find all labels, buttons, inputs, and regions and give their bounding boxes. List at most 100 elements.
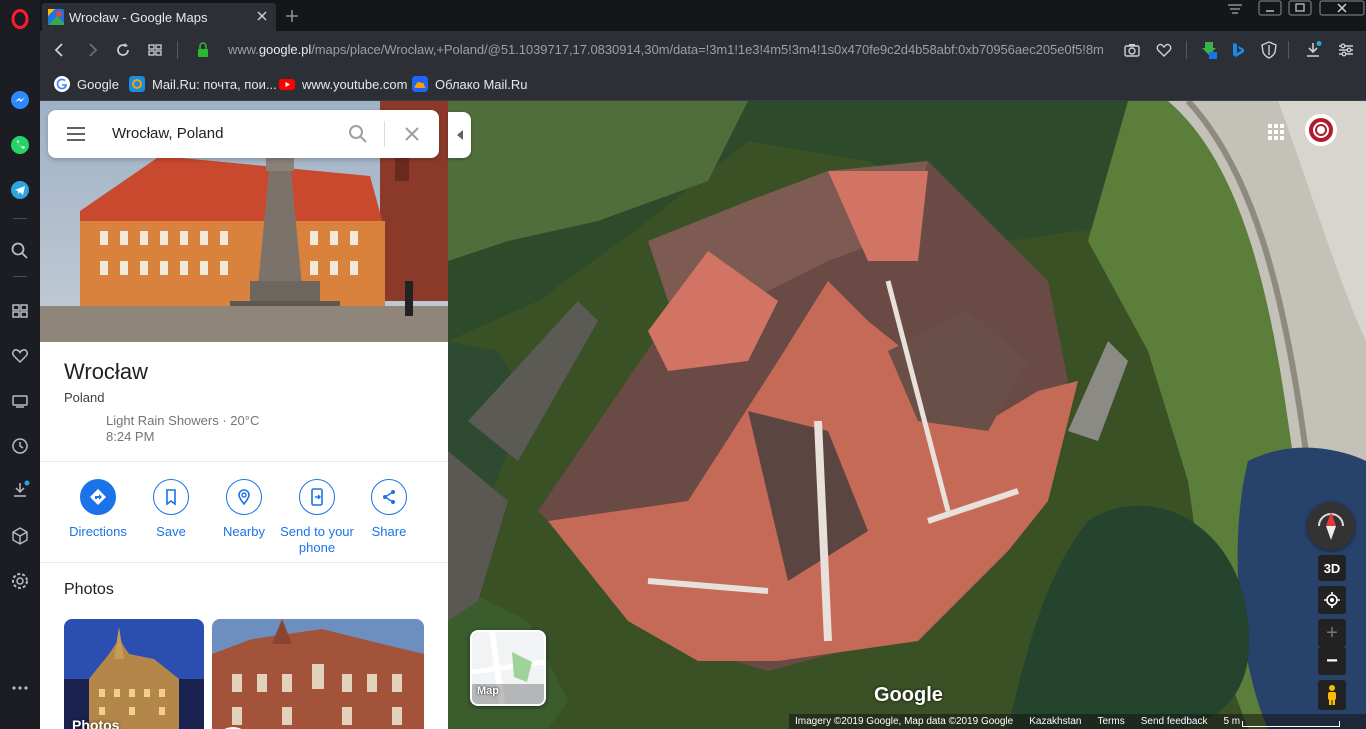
my-location-icon (1324, 592, 1340, 608)
back-arrow-icon[interactable] (51, 41, 69, 59)
directions-icon (90, 489, 106, 505)
google-watermark: Google (874, 684, 943, 706)
bookmark-mailru[interactable]: Mail.Ru: почта, пои... (129, 76, 277, 92)
bookmark-label: Google (77, 76, 119, 92)
google-maps-icon (48, 9, 64, 25)
nearby-button[interactable]: Nearby (202, 479, 286, 540)
bookmark-google[interactable]: Google (54, 76, 119, 92)
divider (40, 562, 448, 563)
save-button[interactable]: Save (129, 479, 213, 540)
compass-control[interactable] (1307, 502, 1355, 550)
photo-thumbnail[interactable]: Photos (64, 619, 204, 729)
bookmark-label: Облако Mail.Ru (435, 76, 528, 92)
address-divider (1288, 41, 1289, 59)
divider (40, 461, 448, 462)
terms-link[interactable]: Terms (1097, 716, 1124, 727)
google-icon (54, 76, 70, 92)
scale-label[interactable]: 5 m (1223, 716, 1240, 727)
zoom-out-button[interactable]: − (1318, 647, 1346, 675)
easy-setup-menu-icon[interactable] (1337, 41, 1355, 59)
extensions-icon[interactable] (9, 525, 31, 547)
address-divider (177, 41, 178, 59)
satellite-map[interactable]: 3D + − (448, 101, 1366, 729)
pegman-button[interactable] (1318, 680, 1346, 710)
bookmark-youtube[interactable]: www.youtube.com (279, 76, 408, 92)
address-bar: www.google.pl/maps/place/Wrocław,+Poland… (40, 31, 1366, 69)
hamburger-menu-icon[interactable] (66, 126, 86, 142)
cloud-icon (412, 76, 428, 92)
download-extension-icon[interactable] (1200, 41, 1218, 59)
downloads-icon[interactable] (9, 479, 31, 501)
close-window-icon[interactable] (1318, 0, 1366, 18)
speed-dial-icon[interactable] (9, 300, 31, 322)
telegram-icon[interactable] (9, 179, 31, 201)
share-icon (383, 490, 395, 504)
account-avatar[interactable] (1305, 114, 1337, 146)
url-path: /maps/place/Wrocław,+Poland/@51.1039717,… (311, 42, 1104, 57)
street-view-360-icon (224, 727, 242, 729)
bookmark-label: Mail.Ru: почта, пои... (152, 76, 277, 92)
weather-info: Light Rain Showers · 20°C 8:24 PM (106, 413, 259, 445)
clear-search-icon[interactable] (403, 125, 421, 143)
whatsapp-icon[interactable] (9, 134, 31, 156)
place-title: Wrocław (64, 359, 148, 384)
maximize-icon[interactable] (1286, 0, 1314, 18)
tab-strip: Wrocław - Google Maps (40, 0, 1366, 31)
action-label: Share (371, 524, 407, 539)
opera-logo-icon[interactable] (9, 8, 31, 30)
3d-toggle-button[interactable]: 3D (1318, 555, 1346, 581)
search-divider (384, 121, 385, 147)
country-link[interactable]: Kazakhstan (1029, 716, 1081, 727)
shield-icon[interactable] (1260, 41, 1278, 59)
my-flow-icon[interactable] (9, 390, 31, 412)
opera-sidebar (0, 0, 40, 729)
new-tab-plus-icon[interactable] (284, 8, 300, 24)
search-box[interactable]: Wrocław, Poland (48, 110, 439, 158)
reload-icon[interactable] (114, 41, 132, 59)
photo-thumbnail[interactable] (212, 619, 424, 729)
photos-label: Photos (72, 717, 120, 729)
heart-icon[interactable] (9, 345, 31, 367)
more-dots-icon[interactable] (9, 677, 31, 699)
caret-left-icon (456, 130, 463, 140)
google-apps-grid-icon[interactable] (1266, 122, 1286, 142)
directions-button[interactable]: Directions (56, 479, 140, 540)
bing-icon[interactable] (1229, 41, 1247, 59)
tab-google-maps[interactable]: Wrocław - Google Maps (42, 3, 276, 31)
share-button[interactable]: Share (347, 479, 431, 540)
downloads-icon[interactable] (1304, 41, 1322, 59)
url-field[interactable]: www.google.pl/maps/place/Wrocław,+Poland… (228, 42, 1104, 57)
sidebar-divider (13, 276, 27, 277)
close-tab-icon[interactable] (255, 9, 269, 23)
compass-icon (1318, 512, 1344, 540)
search-input[interactable]: Wrocław, Poland (112, 125, 223, 142)
url-prefix: www. (228, 42, 259, 57)
my-location-button[interactable] (1318, 586, 1346, 614)
collapse-panel-button[interactable] (448, 112, 471, 158)
bookmark-label: www.youtube.com (302, 76, 408, 92)
lock-icon[interactable] (196, 41, 210, 59)
bookmark-cloud-mailru[interactable]: Облако Mail.Ru (412, 76, 528, 92)
photos-heading: Photos (64, 581, 114, 598)
camera-snapshot-icon[interactable] (1123, 41, 1141, 59)
mailru-icon (129, 76, 145, 92)
pegman-icon (1328, 685, 1336, 705)
search-icon[interactable] (9, 240, 31, 262)
map-layer-toggle[interactable]: Map (470, 630, 546, 706)
settings-gear-icon[interactable] (9, 570, 31, 592)
tab-menu-icon[interactable] (1222, 0, 1248, 20)
minimize-icon[interactable] (1256, 0, 1284, 18)
youtube-icon (279, 79, 295, 90)
send-feedback-link[interactable]: Send feedback (1141, 716, 1208, 727)
messenger-icon[interactable] (9, 89, 31, 111)
bookmark-heart-icon[interactable] (1155, 41, 1173, 59)
url-domain: google.pl (258, 42, 312, 57)
history-icon[interactable] (9, 435, 31, 457)
zoom-in-button[interactable]: + (1318, 619, 1346, 647)
forward-arrow-icon[interactable] (83, 41, 101, 59)
tab-grid-icon[interactable] (146, 41, 164, 59)
search-icon[interactable] (348, 124, 368, 144)
avatar-emblem-icon (1309, 118, 1333, 142)
action-label: Nearby (223, 524, 265, 539)
address-divider (1186, 41, 1187, 59)
